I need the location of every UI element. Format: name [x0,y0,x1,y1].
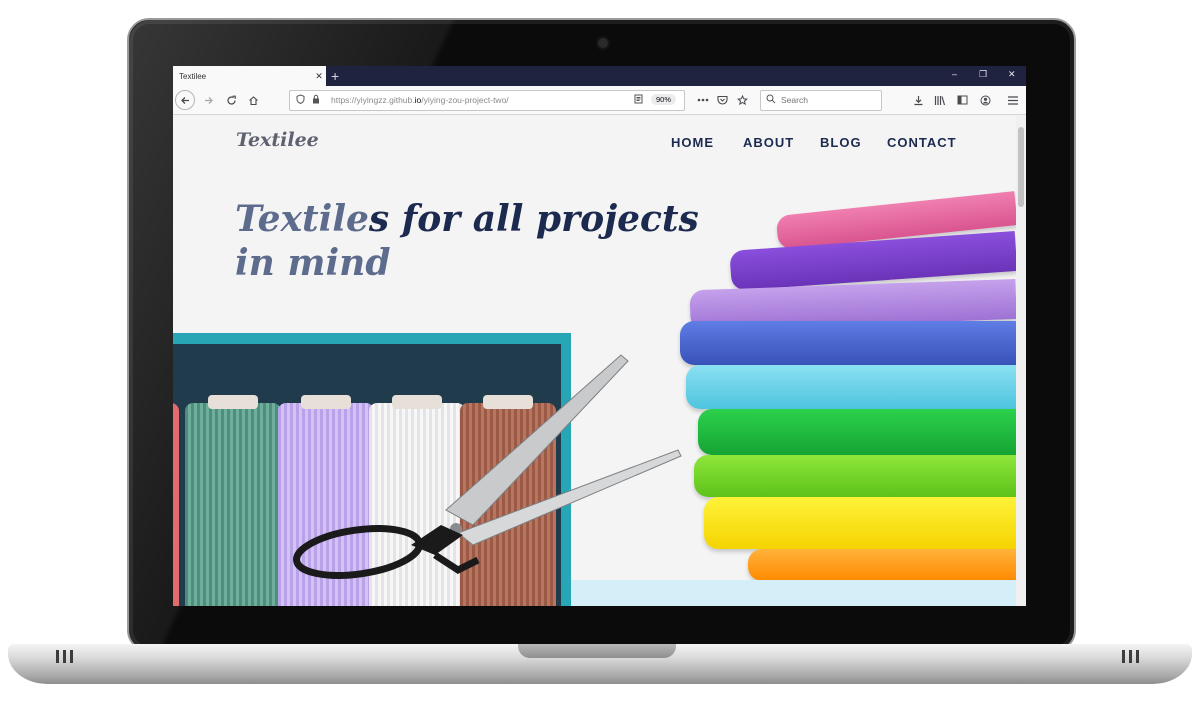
page-scrollbar[interactable] [1016,115,1026,606]
fabric-sky-blue [686,365,1016,409]
nav-toolbar: https://yiyingzz.github.io/yiying-zou-pr… [173,86,1026,115]
scissors-image [293,354,682,579]
search-icon [766,94,776,106]
back-icon[interactable] [175,90,195,110]
pocket-icon[interactable] [712,90,732,110]
restore-icon[interactable]: ❐ [979,69,987,80]
laptop-notch [518,644,676,658]
nav-contact[interactable]: CONTACT [887,135,957,150]
tab-bar: Textilee ✕ + – ❐ ✕ [173,66,1026,86]
close-tab-icon[interactable]: ✕ [312,71,326,82]
url-path: /yiying-zou-project-two/ [421,95,509,105]
new-tab-button[interactable]: + [331,67,339,85]
light-blue-band [571,580,1016,606]
fabric-lime [694,455,1016,497]
lock-icon[interactable] [312,94,320,106]
nav-about[interactable]: ABOUT [743,135,794,150]
forward-icon[interactable] [198,90,218,110]
reader-icon[interactable] [634,94,643,106]
url-bar[interactable]: https://yiyingzz.github.io/yiying-zou-pr… [289,90,685,111]
reload-icon[interactable] [221,90,241,110]
url-text[interactable]: https://yiyingzz.github.io/yiying-zou-pr… [331,95,509,105]
scrollbar-thumb[interactable] [1018,127,1024,207]
webcam [598,38,608,48]
tab-title: Textilee [179,71,207,81]
shield-icon[interactable] [296,94,305,106]
vent-right [1122,650,1144,663]
sidebar-icon[interactable] [952,90,972,110]
more-icon[interactable] [693,90,713,110]
search-placeholder: Search [781,95,808,105]
webpage: Textilee HOME ABOUT BLOG CONTACT Textile… [173,115,1016,606]
library-icon[interactable] [930,90,950,110]
account-icon[interactable] [975,90,995,110]
screen: Textilee ✕ + – ❐ ✕ https://yiyingzz.gith… [173,66,1026,606]
menu-icon[interactable] [1003,90,1023,110]
url-prefix: https://yiyingzz.github. [331,95,415,105]
star-icon[interactable] [732,90,752,110]
zoom-level[interactable]: 90% [651,94,677,105]
tab-textilee[interactable]: Textilee ✕ [173,66,326,86]
nav-blog[interactable]: BLOG [820,135,862,150]
fabric-orange [748,549,1016,581]
download-icon[interactable] [908,90,928,110]
fabric-yellow [704,497,1016,549]
home-icon[interactable] [243,90,263,110]
fabric-blue [680,321,1016,365]
vent-left [56,650,78,663]
search-bar[interactable]: Search [760,90,882,111]
close-window-icon[interactable]: ✕ [1008,69,1016,80]
minimize-icon[interactable]: – [952,69,957,79]
fabric-green [698,409,1016,455]
